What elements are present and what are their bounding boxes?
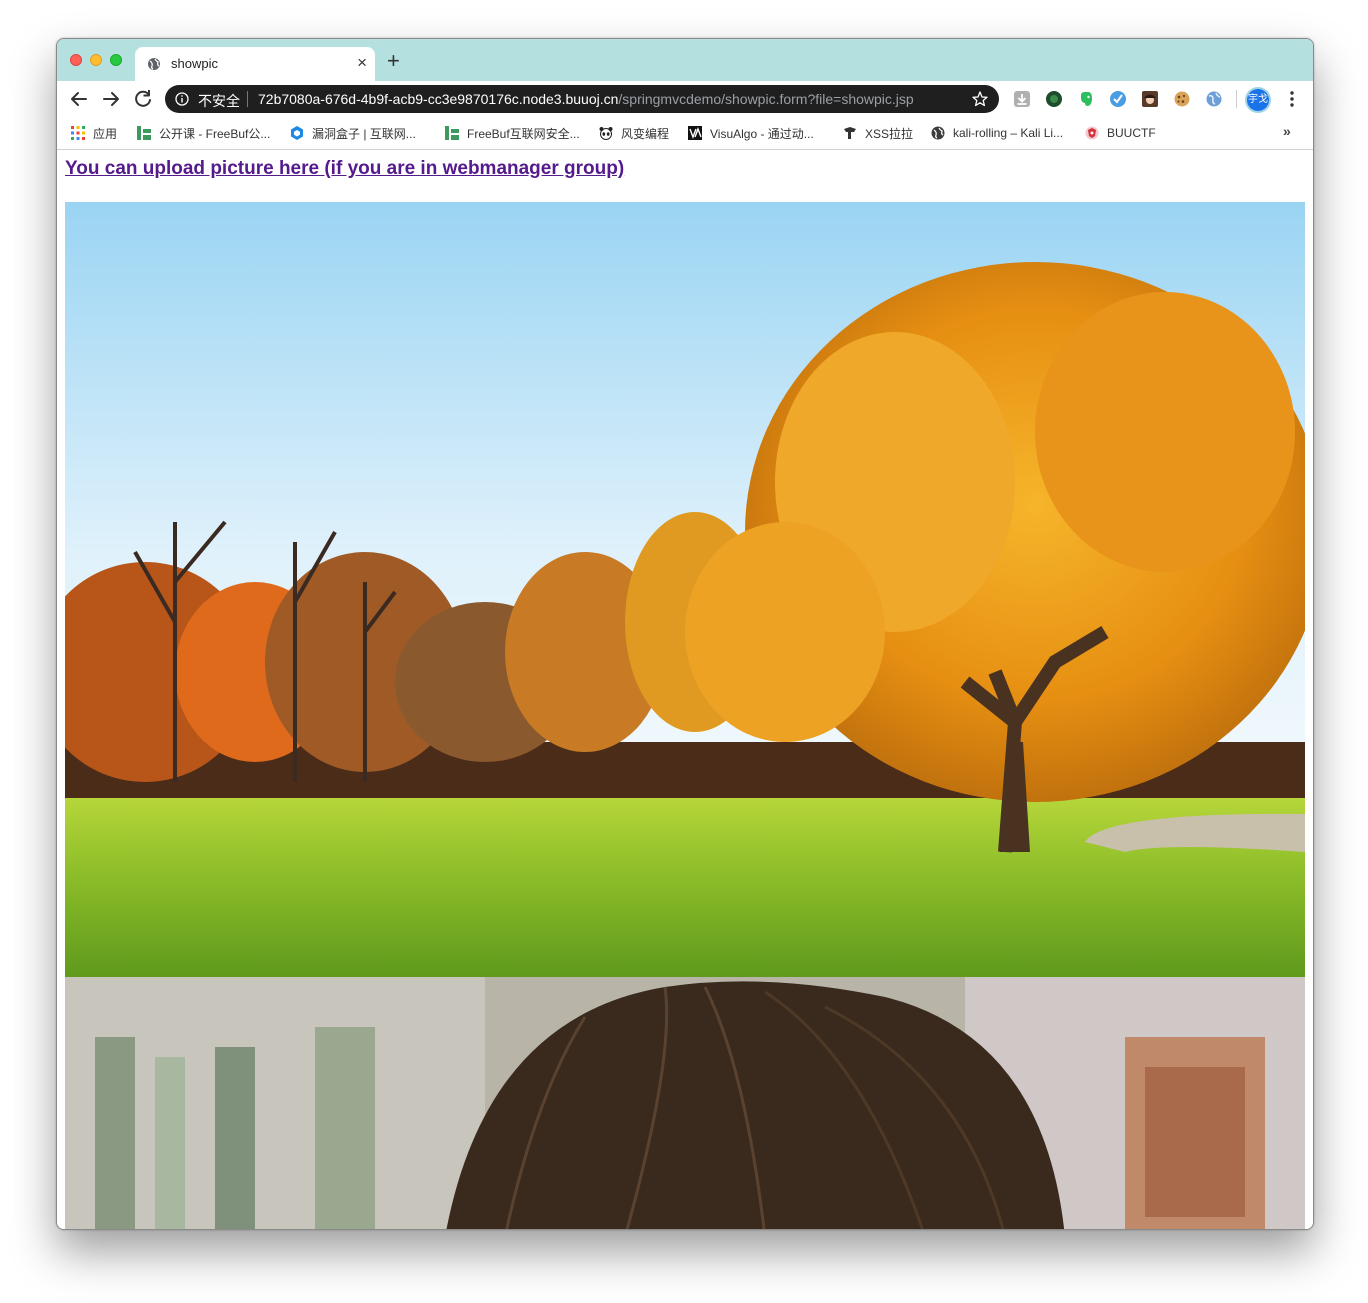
menu-dots-icon[interactable] bbox=[1285, 90, 1299, 108]
bookmark-label: kali-rolling – Kali Li... bbox=[953, 126, 1064, 140]
freebuf-icon bbox=[137, 126, 151, 140]
upload-link[interactable]: You can upload picture here (if you are … bbox=[65, 158, 624, 180]
bookmarks-bar: 应用 公开课 - FreeBuf公... 漏洞盒子 | 互联网... FreeB… bbox=[57, 117, 1313, 150]
bookmark-vulbox[interactable]: 漏洞盒子 | 互联网... bbox=[290, 117, 416, 149]
bookmark-label: VisuAlgo - 通过动... bbox=[710, 126, 814, 141]
url-text[interactable]: 72b7080a-676d-4b9f-acb9-cc3e9870176c.nod… bbox=[258, 91, 914, 107]
portrait-photo-image bbox=[65, 977, 1305, 1229]
new-tab-button[interactable]: + bbox=[387, 50, 400, 72]
apps-grid-icon bbox=[71, 126, 85, 140]
green-orb-extension-icon[interactable] bbox=[1045, 90, 1063, 108]
bookmark-kali[interactable]: kali-rolling – Kali Li... bbox=[931, 117, 1063, 149]
address-bar[interactable]: 不安全 72b7080a-676d-4b9f-acb9-cc3e9870176c… bbox=[165, 85, 999, 113]
window-zoom-button[interactable] bbox=[110, 54, 122, 66]
tab-strip: showpic × + bbox=[57, 39, 1313, 81]
url-path: /springmvcdemo/showpic.form?file=showpic… bbox=[618, 91, 914, 107]
bookmark-label: FreeBuf互联网安全... bbox=[467, 126, 580, 141]
address-divider bbox=[247, 91, 248, 107]
bookmark-buuctf[interactable]: BUUCTF bbox=[1085, 117, 1156, 149]
profile-avatar[interactable]: 宇戈 bbox=[1247, 89, 1269, 111]
bookmark-apps[interactable]: 应用 bbox=[71, 117, 117, 149]
reload-icon[interactable] bbox=[129, 85, 157, 113]
bookmark-label: 风变编程 bbox=[621, 126, 670, 141]
panda-icon bbox=[599, 127, 613, 140]
cookie-icon[interactable] bbox=[1173, 90, 1191, 108]
globe-icon bbox=[148, 58, 160, 70]
world-extension-icon[interactable] bbox=[1205, 90, 1223, 108]
download-extension-icon[interactable] bbox=[1013, 90, 1031, 108]
bookmark-fengbian[interactable]: 风变编程 bbox=[599, 117, 669, 149]
browser-window: showpic × + 不安全 72b7080a-676d-4b9f-acb9-… bbox=[56, 38, 1314, 1230]
security-label[interactable]: 不安全 bbox=[198, 91, 240, 111]
toolbar-divider bbox=[1236, 90, 1237, 108]
window-close-button[interactable] bbox=[70, 54, 82, 66]
bookmark-label: 公开课 - FreeBuf公... bbox=[159, 126, 271, 141]
visualgo-icon bbox=[688, 126, 702, 140]
bookmark-label: XSS拉拉 bbox=[865, 126, 914, 141]
tab-title: showpic bbox=[171, 56, 218, 71]
bookmark-freebuf-security[interactable]: FreeBuf互联网安全... bbox=[445, 117, 580, 149]
evernote-icon[interactable] bbox=[1077, 90, 1095, 108]
bookmark-visualgo[interactable]: VisuAlgo - 通过动... bbox=[688, 117, 814, 149]
autumn-park-image bbox=[65, 202, 1305, 977]
buuctf-icon bbox=[1085, 126, 1099, 140]
bookmark-freebuf-course[interactable]: 公开课 - FreeBuf公... bbox=[137, 117, 270, 149]
anime-extension-icon[interactable] bbox=[1141, 90, 1159, 108]
vulbox-icon bbox=[291, 126, 303, 140]
url-host: 72b7080a-676d-4b9f-acb9-cc3e9870176c.nod… bbox=[258, 91, 619, 107]
bookmark-xss[interactable]: XSS拉拉 bbox=[843, 117, 913, 149]
tab-showpic[interactable]: showpic × bbox=[135, 47, 375, 81]
freebuf-icon bbox=[445, 126, 459, 140]
forward-icon[interactable] bbox=[97, 85, 125, 113]
info-icon[interactable] bbox=[175, 92, 189, 106]
page-content: You can upload picture here (if you are … bbox=[57, 150, 1313, 1229]
tab-close-icon[interactable]: × bbox=[357, 52, 367, 74]
bookmark-label: 漏洞盒子 | 互联网... bbox=[312, 126, 416, 141]
toolbar: 不安全 72b7080a-676d-4b9f-acb9-cc3e9870176c… bbox=[57, 81, 1313, 117]
bookmark-label: BUUCTF bbox=[1107, 126, 1156, 140]
bookmark-label: 应用 bbox=[93, 126, 118, 141]
bookmark-star-icon[interactable] bbox=[971, 90, 989, 108]
bookmarks-overflow-button[interactable]: » bbox=[1283, 123, 1291, 139]
xss-icon bbox=[844, 127, 856, 139]
back-icon[interactable] bbox=[65, 85, 93, 113]
vpn-extension-icon[interactable] bbox=[1109, 90, 1127, 108]
window-minimize-button[interactable] bbox=[90, 54, 102, 66]
globe-icon bbox=[931, 126, 945, 140]
